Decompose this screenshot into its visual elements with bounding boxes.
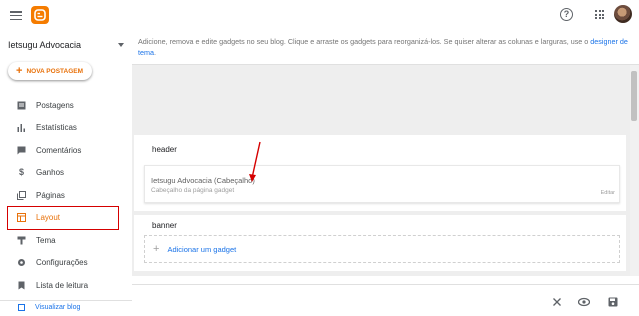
plus-icon: + bbox=[16, 64, 23, 77]
sidebar-item-label: Layout bbox=[36, 213, 61, 223]
help-circle-icon[interactable]: ? bbox=[560, 8, 573, 21]
avatar[interactable] bbox=[614, 5, 632, 23]
add-gadget-label: Adicionar um gadget bbox=[167, 244, 237, 254]
sidebar-item-stats[interactable]: Estatísticas bbox=[0, 117, 132, 140]
layout-info-text: Adicione, remova e edite gadgets no seu … bbox=[138, 36, 633, 58]
menu-icon[interactable] bbox=[10, 11, 22, 21]
posts-icon bbox=[17, 101, 26, 110]
plus-icon: + bbox=[153, 243, 160, 255]
layout-icon bbox=[17, 213, 26, 223]
sidebar-item-label: Estatísticas bbox=[36, 123, 77, 133]
sidebar-item-reading-list[interactable]: Lista de leitura bbox=[0, 274, 132, 297]
sidebar-item-label: Páginas bbox=[36, 190, 65, 200]
section-header: header Ietsugu Advocacia (Cabeçalho) Cab… bbox=[134, 135, 626, 211]
new-post-button[interactable]: + NOVA POSTAGEM bbox=[8, 62, 92, 80]
scrollbar[interactable] bbox=[630, 65, 639, 276]
view-blog-label: Visualizar blog bbox=[35, 304, 81, 311]
comments-icon bbox=[17, 146, 26, 155]
sidebar-item-label: Lista de leitura bbox=[36, 280, 89, 290]
sidebar-item-label: Tema bbox=[36, 235, 56, 245]
sidebar-item-pages[interactable]: Páginas bbox=[0, 184, 132, 207]
apps-grid-icon[interactable] bbox=[595, 10, 604, 19]
section-banner: banner + Adicionar um gadget bbox=[134, 215, 626, 271]
sidebar-item-label: Postagens bbox=[36, 100, 74, 110]
sidebar-item-label: Configurações bbox=[36, 258, 88, 268]
header-gadget[interactable]: Ietsugu Advocacia (Cabeçalho) Cabeçalho … bbox=[144, 165, 620, 203]
stats-icon bbox=[17, 123, 26, 133]
sidebar-item-layout[interactable]: Layout bbox=[7, 205, 119, 230]
top-bar: ? bbox=[0, 0, 639, 32]
sidebar-item-posts[interactable]: Postagens bbox=[0, 94, 132, 117]
add-gadget-button[interactable]: + Adicionar um gadget bbox=[144, 235, 620, 263]
sidebar-item-label: Ganhos bbox=[36, 168, 65, 178]
new-post-label: NOVA POSTAGEM bbox=[26, 67, 84, 75]
bottom-action-bar bbox=[132, 284, 639, 312]
eye-icon[interactable] bbox=[577, 294, 591, 307]
info-text: Adicione, remova e edite gadgets no seu … bbox=[138, 37, 589, 46]
blog-selector[interactable]: Ietsugu Advocacia bbox=[8, 40, 124, 54]
open-in-new-icon bbox=[18, 304, 25, 311]
sidebar-item-comments[interactable]: Comentários bbox=[0, 139, 132, 162]
save-icon[interactable] bbox=[608, 294, 618, 307]
sidebar-nav: Postagens Estatísticas Comentários $ Gan… bbox=[0, 94, 132, 297]
gadget-title: Ietsugu Advocacia (Cabeçalho) bbox=[151, 176, 255, 185]
close-icon[interactable] bbox=[552, 294, 562, 306]
layout-canvas: header Ietsugu Advocacia (Cabeçalho) Cab… bbox=[132, 65, 630, 276]
divider bbox=[0, 300, 132, 301]
section-title: header bbox=[152, 145, 177, 154]
edit-gadget-link[interactable]: Editar bbox=[601, 190, 615, 196]
chevron-down-icon bbox=[118, 43, 124, 47]
sidebar-item-earnings[interactable]: $ Ganhos bbox=[0, 162, 132, 185]
sidebar-item-settings[interactable]: Configurações bbox=[0, 252, 132, 275]
scroll-thumb[interactable] bbox=[631, 71, 637, 121]
blog-name: Ietsugu Advocacia bbox=[8, 40, 82, 50]
reading-list-icon bbox=[17, 281, 26, 290]
view-blog-link[interactable]: Visualizar blog bbox=[18, 304, 80, 311]
settings-icon bbox=[17, 258, 26, 267]
main-content: Adicione, remova e edite gadgets no seu … bbox=[132, 32, 639, 316]
sidebar-item-theme[interactable]: Tema bbox=[0, 229, 132, 252]
annotation-arrow bbox=[249, 141, 261, 182]
blogger-logo[interactable] bbox=[31, 6, 49, 24]
sidebar: Ietsugu Advocacia + NOVA POSTAGEM Postag… bbox=[0, 32, 132, 312]
earnings-icon: $ bbox=[18, 167, 24, 178]
pages-icon bbox=[17, 190, 26, 200]
gadget-subtitle: Cabeçalho da página gadget bbox=[151, 187, 235, 194]
info-end: . bbox=[153, 48, 156, 57]
sidebar-item-label: Comentários bbox=[36, 145, 82, 155]
section-title: banner bbox=[152, 221, 177, 230]
theme-icon bbox=[17, 236, 26, 245]
